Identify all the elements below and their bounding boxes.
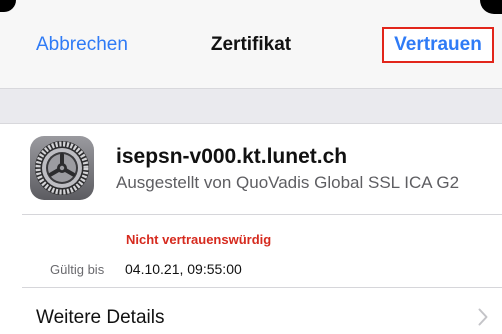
certificate-name: isepsn-v000.kt.lunet.ch xyxy=(116,145,348,168)
valid-until-value: 04.10.21, 09:55:00 xyxy=(125,261,242,277)
valid-until-label: Gültig bis xyxy=(50,262,105,277)
certificate-issuer: Ausgestellt von QuoVadis Global SSL ICA … xyxy=(116,173,460,192)
section-separator xyxy=(0,88,502,124)
settings-gear-icon xyxy=(30,136,94,200)
trust-button[interactable]: Vertrauen xyxy=(382,27,494,63)
divider xyxy=(22,214,502,215)
certificate-header: isepsn-v000.kt.lunet.ch Ausgestellt von … xyxy=(0,124,502,214)
navigation-bar: Abbrechen Zertifikat Vertrauen xyxy=(0,0,502,88)
trust-status-warning: Nicht vertrauenswürdig xyxy=(126,232,272,247)
trust-button-label: Vertrauen xyxy=(394,34,482,55)
chevron-right-icon xyxy=(478,308,488,326)
more-details-label: Weitere Details xyxy=(36,307,165,328)
more-details-row[interactable]: Weitere Details xyxy=(0,288,502,334)
